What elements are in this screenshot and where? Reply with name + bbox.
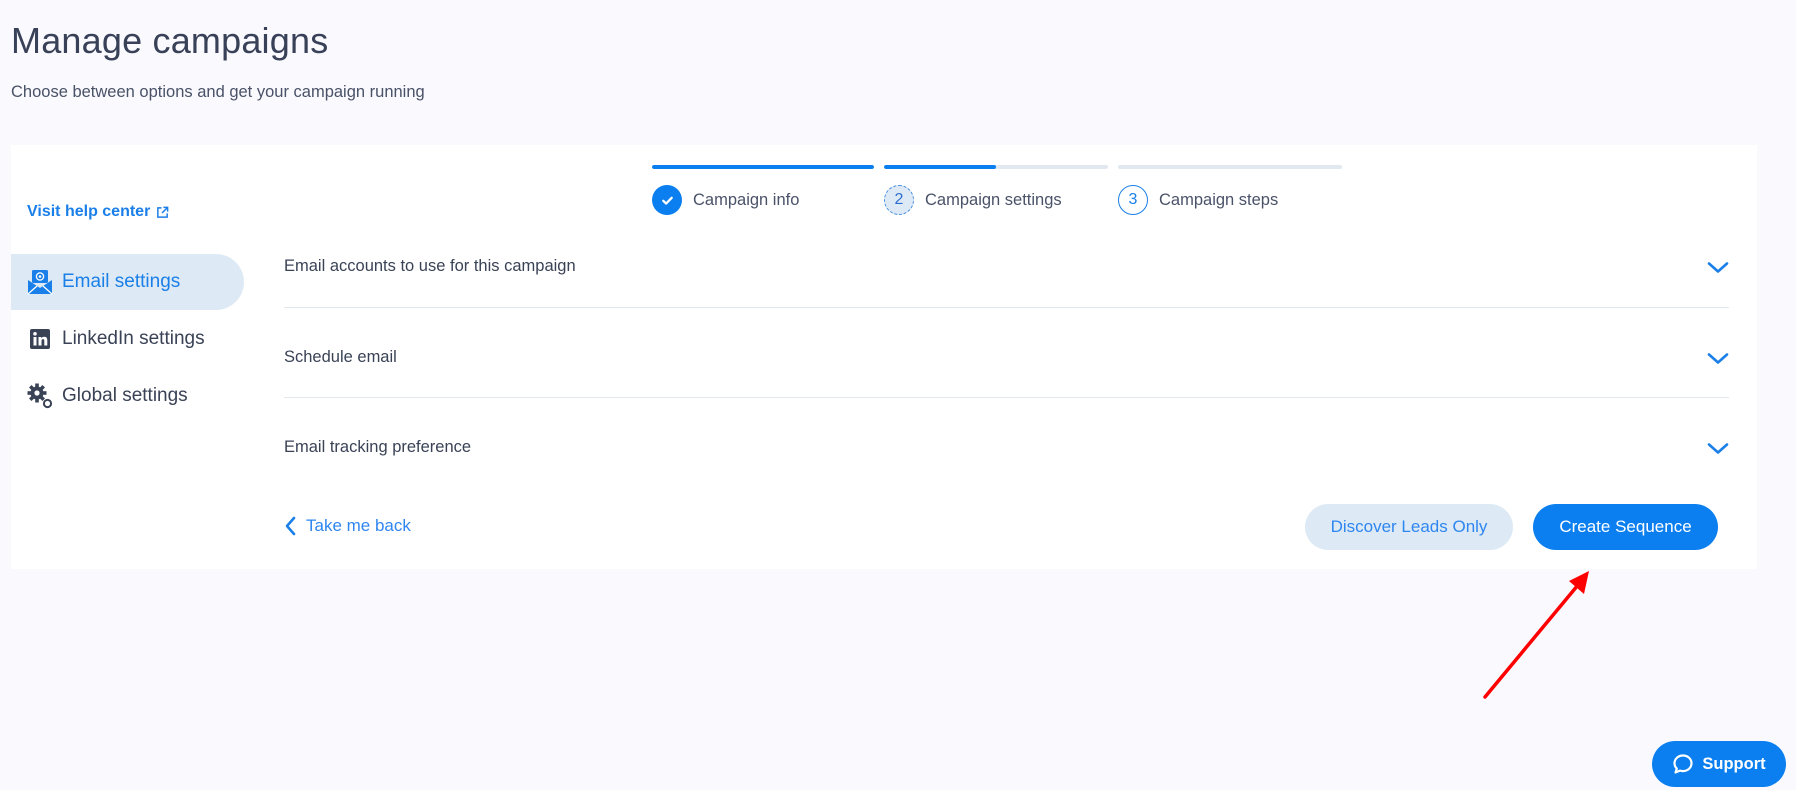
section-email-accounts[interactable]: Email accounts to use for this campaign	[284, 251, 1729, 308]
section-title: Email tracking preference	[284, 438, 472, 456]
step-label: Campaign info	[693, 190, 800, 209]
step-progress-fill	[652, 165, 874, 169]
linkedin-icon	[27, 326, 53, 352]
annotation-arrow-head	[1569, 571, 1589, 594]
check-icon	[652, 185, 682, 215]
sidebar-item-label: Global settings	[62, 385, 188, 406]
external-link-icon	[157, 206, 169, 218]
annotation-arrow-shaft	[1483, 583, 1580, 699]
step-number: 2	[884, 185, 914, 215]
support-button[interactable]: Support	[1652, 741, 1786, 787]
campaign-settings-card: Visit help center Email settings LinkedI…	[11, 145, 1757, 569]
step-campaign-info[interactable]: Campaign info	[652, 185, 799, 215]
step-campaign-steps[interactable]: 3 Campaign steps	[1118, 185, 1278, 215]
sidebar-item-global-settings[interactable]: Global settings	[11, 368, 244, 424]
chevron-down-icon[interactable]	[1707, 352, 1729, 366]
chevron-down-icon[interactable]	[1707, 442, 1729, 456]
step-progress-bar-2	[884, 165, 1108, 169]
sidebar-item-label: Email settings	[62, 271, 181, 292]
step-label: Campaign settings	[925, 190, 1062, 209]
take-me-back-link[interactable]: Take me back	[284, 516, 411, 536]
page-title: Manage campaigns	[11, 20, 329, 61]
discover-leads-only-button[interactable]: Discover Leads Only	[1305, 504, 1513, 550]
step-progress-bar-3	[1118, 165, 1342, 169]
gears-icon	[27, 383, 53, 409]
step-number: 3	[1118, 185, 1148, 215]
email-envelope-icon	[27, 269, 53, 295]
step-campaign-settings[interactable]: 2 Campaign settings	[884, 185, 1062, 215]
help-link-label: Visit help center	[27, 203, 151, 220]
page-subtitle: Choose between options and get your camp…	[11, 83, 425, 101]
visit-help-center-link[interactable]: Visit help center	[27, 203, 169, 221]
section-title: Email accounts to use for this campaign	[284, 257, 576, 275]
create-sequence-button[interactable]: Create Sequence	[1533, 504, 1718, 550]
section-title: Schedule email	[284, 348, 397, 366]
chevron-down-icon[interactable]	[1707, 261, 1729, 275]
section-schedule-email[interactable]: Schedule email	[284, 342, 1729, 398]
back-link-label: Take me back	[306, 516, 411, 535]
chevron-left-icon	[285, 516, 296, 536]
step-progress-bar-1	[652, 165, 874, 169]
sidebar-item-linkedin-settings[interactable]: LinkedIn settings	[11, 311, 244, 367]
step-progress-fill	[884, 165, 996, 169]
chat-bubble-icon	[1673, 754, 1693, 774]
step-label: Campaign steps	[1159, 190, 1279, 209]
sidebar-item-label: LinkedIn settings	[62, 328, 205, 349]
sidebar-item-email-settings[interactable]: Email settings	[11, 254, 244, 310]
support-label: Support	[1702, 754, 1766, 773]
section-email-tracking[interactable]: Email tracking preference	[284, 432, 1729, 487]
